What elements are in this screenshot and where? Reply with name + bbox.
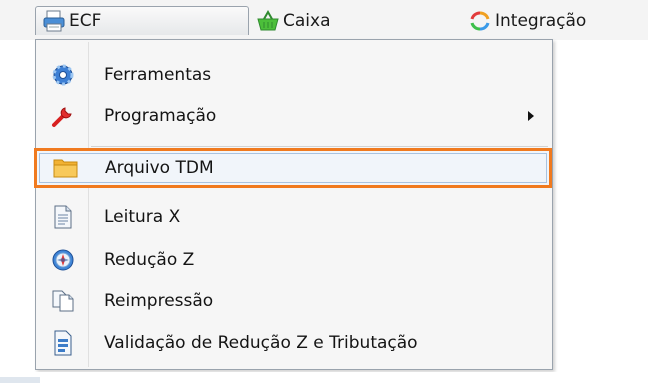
report-icon xyxy=(38,326,88,360)
menu-item-label: Programação xyxy=(104,106,217,126)
ecf-dropdown-menu: Ferramentas Programação Arquivo TDM Leit… xyxy=(34,39,553,370)
document-icon xyxy=(38,200,88,234)
menu-ecf[interactable]: ECF xyxy=(35,6,249,35)
menu-ecf-label: ECF xyxy=(69,11,102,31)
menu-separator xyxy=(91,146,548,147)
menu-caixa[interactable]: Caixa xyxy=(256,6,331,35)
menu-item-label: Redução Z xyxy=(104,250,195,270)
compass-icon xyxy=(38,243,88,277)
menu-integracao-label: Integração xyxy=(495,10,587,31)
menu-item-label: Leitura X xyxy=(104,207,181,227)
copy-pages-icon xyxy=(38,284,88,318)
menu-item-reimpressao[interactable]: Reimpressão xyxy=(38,284,550,318)
menu-item-ferramentas[interactable]: Ferramentas xyxy=(38,58,550,92)
menu-item-label: Ferramentas xyxy=(104,65,212,85)
menu-item-reducao-z[interactable]: Redução Z xyxy=(38,243,550,277)
menu-item-label: Arquivo TDM xyxy=(105,158,214,178)
menu-item-leitura-x[interactable]: Leitura X xyxy=(38,200,550,234)
printer-icon xyxy=(42,9,66,33)
window-bottom-area xyxy=(0,372,648,383)
folder-icon xyxy=(41,151,91,185)
menu-item-programacao[interactable]: Programação xyxy=(38,99,550,133)
menu-caixa-label: Caixa xyxy=(283,10,331,31)
menu-item-label: Reimpressão xyxy=(104,291,214,311)
menu-integracao[interactable]: Integração xyxy=(468,6,586,35)
basket-icon xyxy=(256,9,280,33)
sync-arrows-icon xyxy=(468,9,492,33)
window-bottom-edge xyxy=(0,377,40,383)
menu-item-validacao-reducao-z[interactable]: Validação de Redução Z e Tributação xyxy=(38,326,550,360)
menu-bar: ECF Caixa Integração xyxy=(0,0,648,40)
wrench-icon xyxy=(38,99,88,133)
gear-icon xyxy=(38,58,88,92)
menu-item-arquivo-tdm[interactable]: Arquivo TDM xyxy=(34,148,552,188)
submenu-arrow-icon xyxy=(528,111,534,121)
menu-item-label: Validação de Redução Z e Tributação xyxy=(104,333,418,353)
